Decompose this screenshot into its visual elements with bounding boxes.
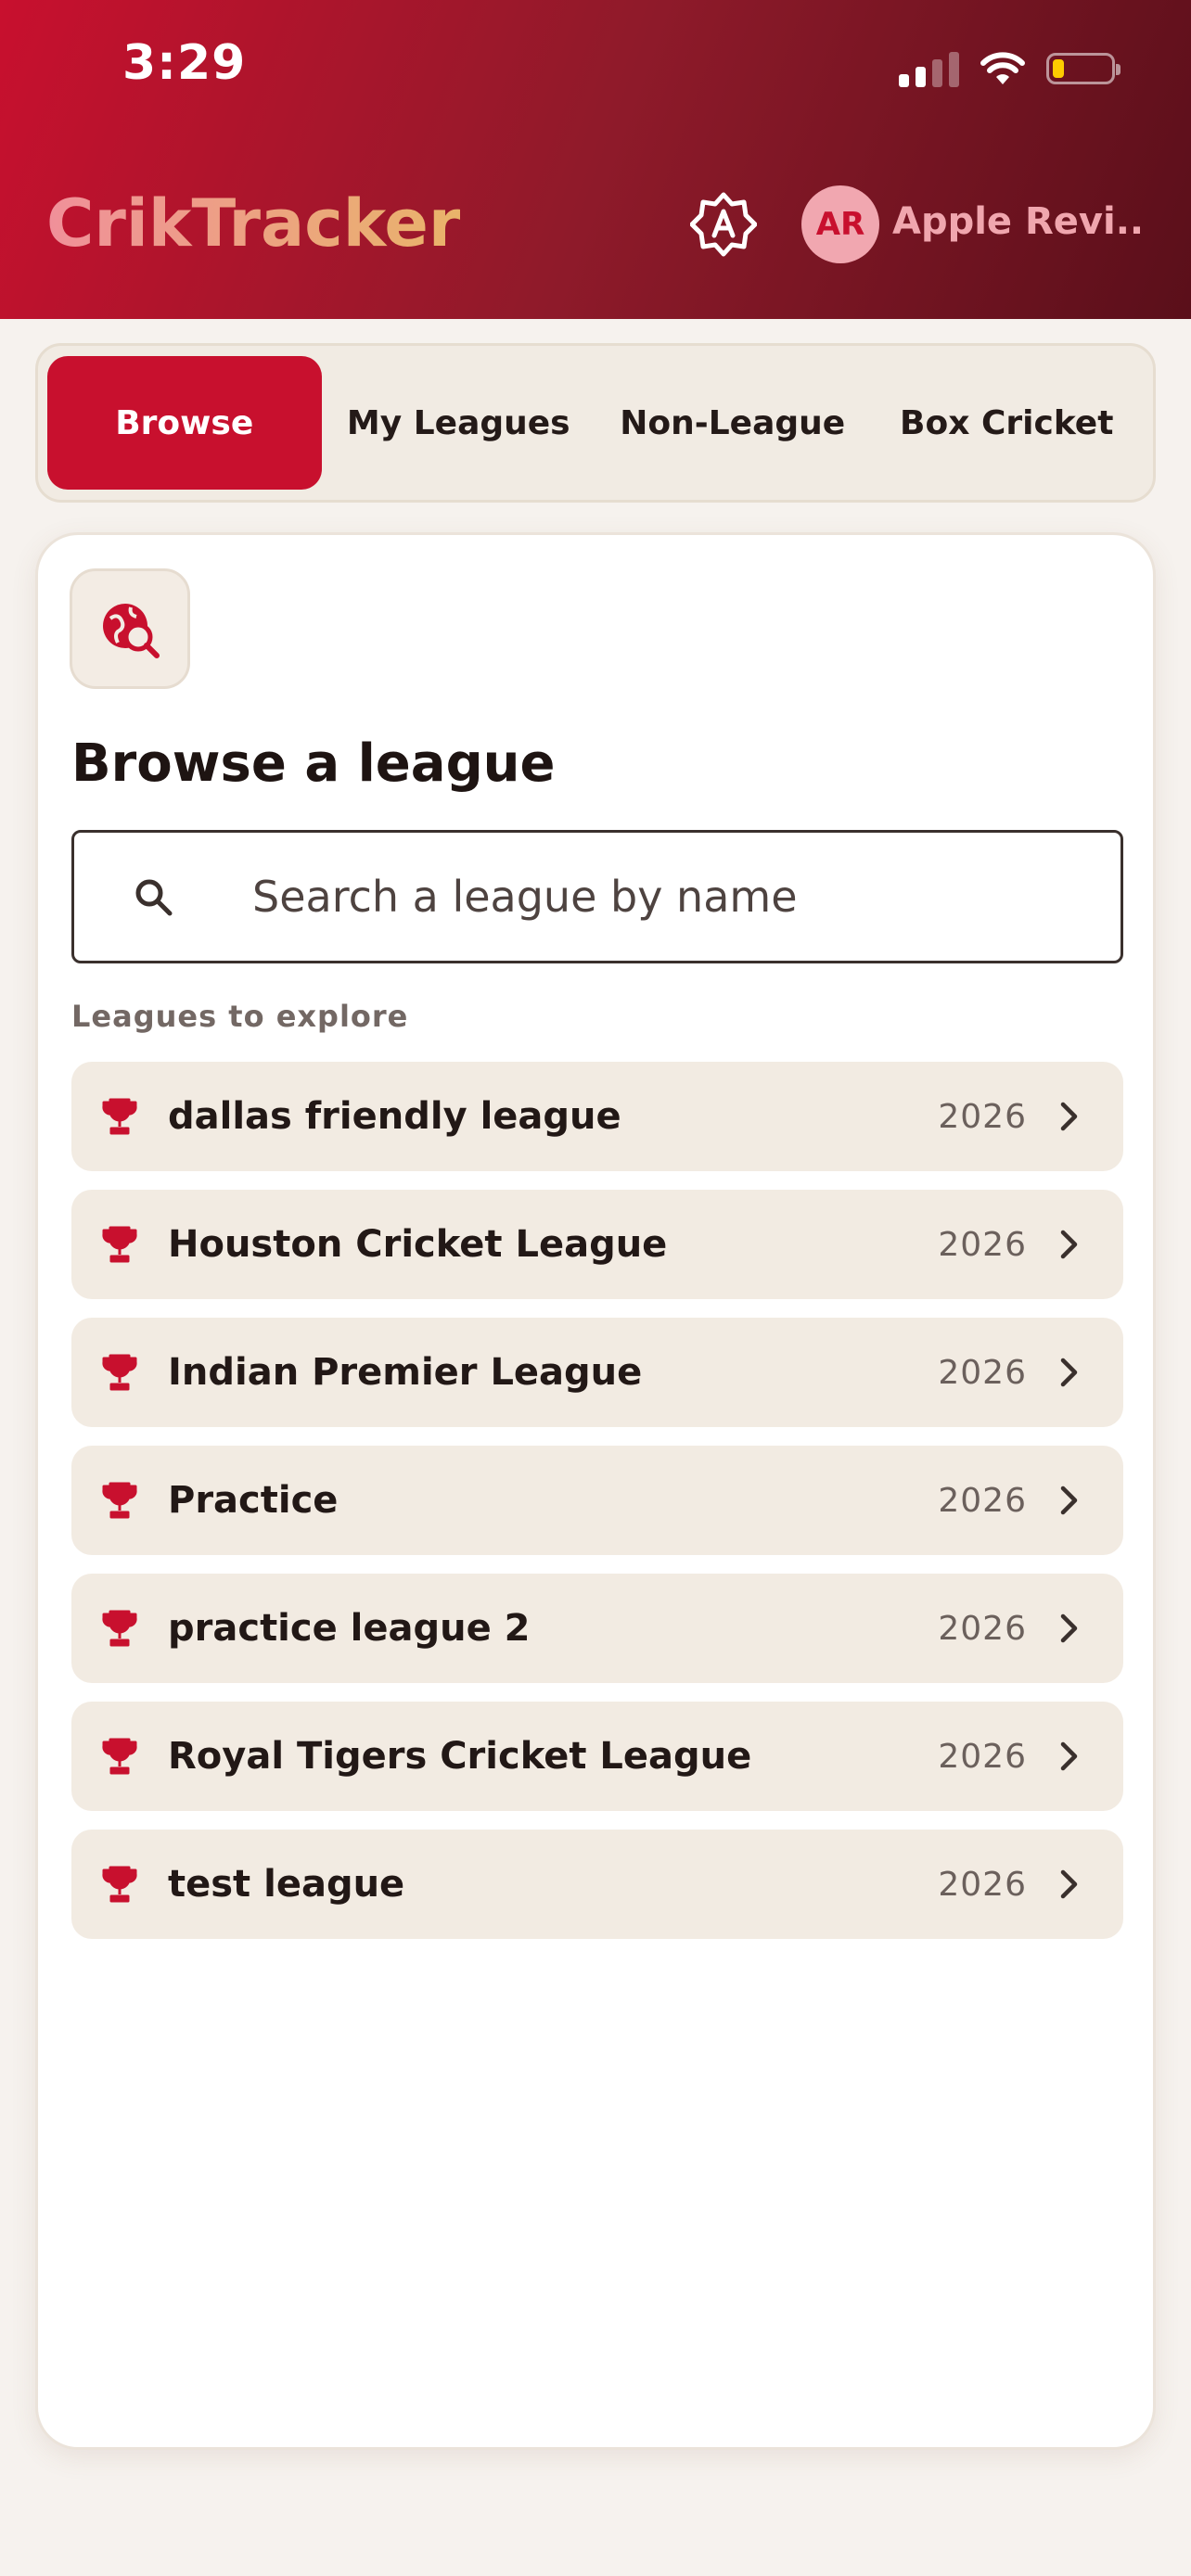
chevron-right-icon [1053, 1485, 1086, 1516]
tab-my-leagues[interactable]: My Leagues [322, 356, 596, 490]
league-row[interactable]: dallas friendly league 2026 [71, 1062, 1123, 1171]
trophy-icon [71, 1482, 168, 1519]
chevron-right-icon [1053, 1229, 1086, 1260]
avatar[interactable]: AR [801, 185, 879, 263]
trophy-icon [71, 1610, 168, 1647]
league-name: Indian Premier League [168, 1351, 643, 1394]
search-box [71, 830, 1123, 963]
league-row[interactable]: Indian Premier League 2026 [71, 1318, 1123, 1427]
section-label: Leagues to explore [71, 999, 409, 1034]
league-name: Royal Tigers Cricket League [168, 1735, 752, 1778]
status-time: 3:29 [122, 35, 247, 91]
tab-box-cricket[interactable]: Box Cricket [870, 356, 1145, 490]
league-list: dallas friendly league 2026 Houston Cric… [71, 1062, 1123, 1958]
league-year: 2026 [938, 1737, 1027, 1776]
league-row[interactable]: Practice 2026 [71, 1446, 1123, 1555]
app-header: 3:29 CrikTracker AR Apple Revi... [0, 0, 1191, 319]
battery-icon [1046, 53, 1121, 84]
league-year: 2026 [938, 1097, 1027, 1136]
league-row[interactable]: practice league 2 2026 [71, 1574, 1123, 1683]
page-title: Browse a league [71, 733, 556, 794]
league-year: 2026 [938, 1481, 1027, 1520]
chevron-right-icon [1053, 1613, 1086, 1644]
trophy-icon [71, 1098, 168, 1135]
app-brand: CrikTracker [46, 185, 461, 261]
league-name: practice league 2 [168, 1607, 531, 1650]
league-name: Houston Cricket League [168, 1223, 668, 1266]
trophy-icon [71, 1866, 168, 1903]
league-year: 2026 [938, 1865, 1027, 1904]
status-icons [899, 48, 1121, 89]
cellular-signal-icon [899, 50, 959, 87]
trophy-icon [71, 1354, 168, 1391]
tab-non-league[interactable]: Non-League [596, 356, 870, 490]
trophy-icon [71, 1738, 168, 1775]
search-input[interactable] [232, 833, 1121, 961]
league-year: 2026 [938, 1353, 1027, 1392]
globe-search-icon-tile [70, 568, 190, 689]
league-row[interactable]: test league 2026 [71, 1830, 1123, 1939]
chevron-right-icon [1053, 1101, 1086, 1132]
trophy-icon [71, 1226, 168, 1263]
badge-a-icon [690, 192, 757, 257]
globe-search-icon [103, 604, 160, 658]
chevron-right-icon [1053, 1868, 1086, 1900]
chevron-right-icon [1053, 1357, 1086, 1388]
user-name[interactable]: Apple Revi... [892, 200, 1143, 243]
league-name: test league [168, 1863, 405, 1906]
segmented-tabs: Browse My Leagues Non-League Box Cricket [35, 343, 1156, 503]
browse-card: Browse a league Leagues to explore dalla… [35, 532, 1156, 2450]
wifi-icon [980, 52, 1025, 84]
league-name: Practice [168, 1479, 339, 1522]
league-row[interactable]: Houston Cricket League 2026 [71, 1190, 1123, 1299]
chevron-right-icon [1053, 1741, 1086, 1772]
league-name: dallas friendly league [168, 1095, 621, 1138]
league-row[interactable]: Royal Tigers Cricket League 2026 [71, 1702, 1123, 1811]
verified-badge-button[interactable] [685, 189, 762, 260]
search-icon [74, 833, 232, 961]
league-year: 2026 [938, 1225, 1027, 1264]
league-year: 2026 [938, 1609, 1027, 1648]
tab-browse[interactable]: Browse [47, 356, 322, 490]
